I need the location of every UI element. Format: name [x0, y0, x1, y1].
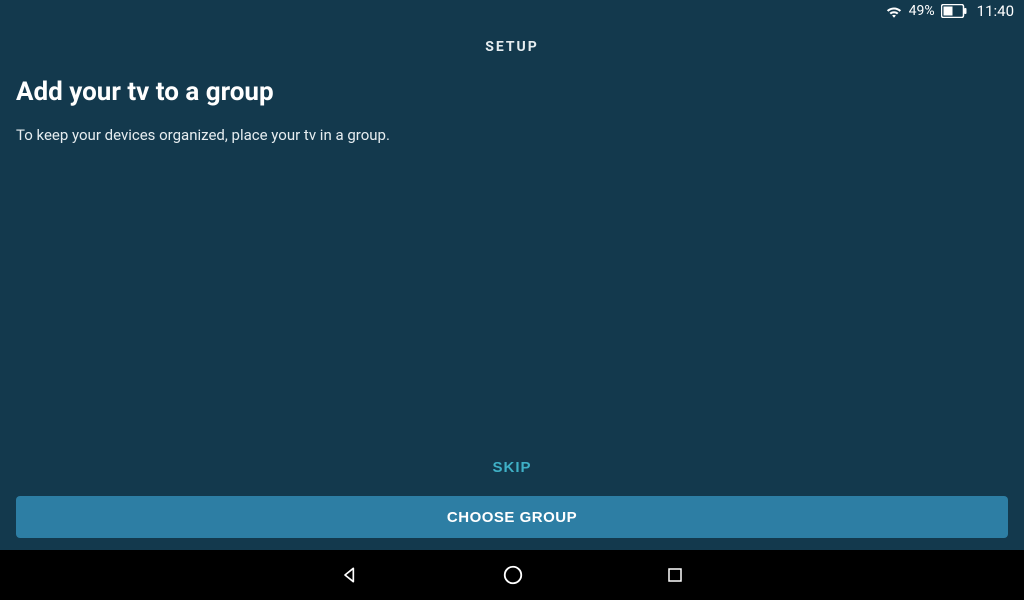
battery-percentage: 49%: [909, 3, 935, 19]
content: Add your tv to a group To keep your devi…: [0, 75, 1024, 459]
back-button[interactable]: [324, 557, 376, 593]
battery-icon: [941, 4, 967, 18]
skip-button[interactable]: SKIP: [492, 459, 531, 476]
wifi-icon: [885, 4, 903, 18]
back-icon: [340, 565, 360, 585]
page-title: Add your tv to a group: [16, 77, 1008, 107]
status-bar: 49% 11:40: [0, 0, 1024, 22]
header-label: SETUP: [485, 39, 539, 55]
screen: 49% 11:40 SETUP Add your tv to a group T…: [0, 0, 1024, 600]
overview-button[interactable]: [650, 558, 700, 592]
page-description: To keep your devices organized, place yo…: [16, 125, 1008, 146]
home-icon: [502, 564, 524, 586]
actions: SKIP CHOOSE GROUP: [0, 459, 1024, 550]
choose-group-button[interactable]: CHOOSE GROUP: [16, 496, 1008, 538]
navigation-bar: [0, 550, 1024, 600]
home-button[interactable]: [486, 556, 540, 594]
header: SETUP: [0, 22, 1024, 75]
overview-icon: [666, 566, 684, 584]
clock: 11:40: [977, 2, 1014, 20]
